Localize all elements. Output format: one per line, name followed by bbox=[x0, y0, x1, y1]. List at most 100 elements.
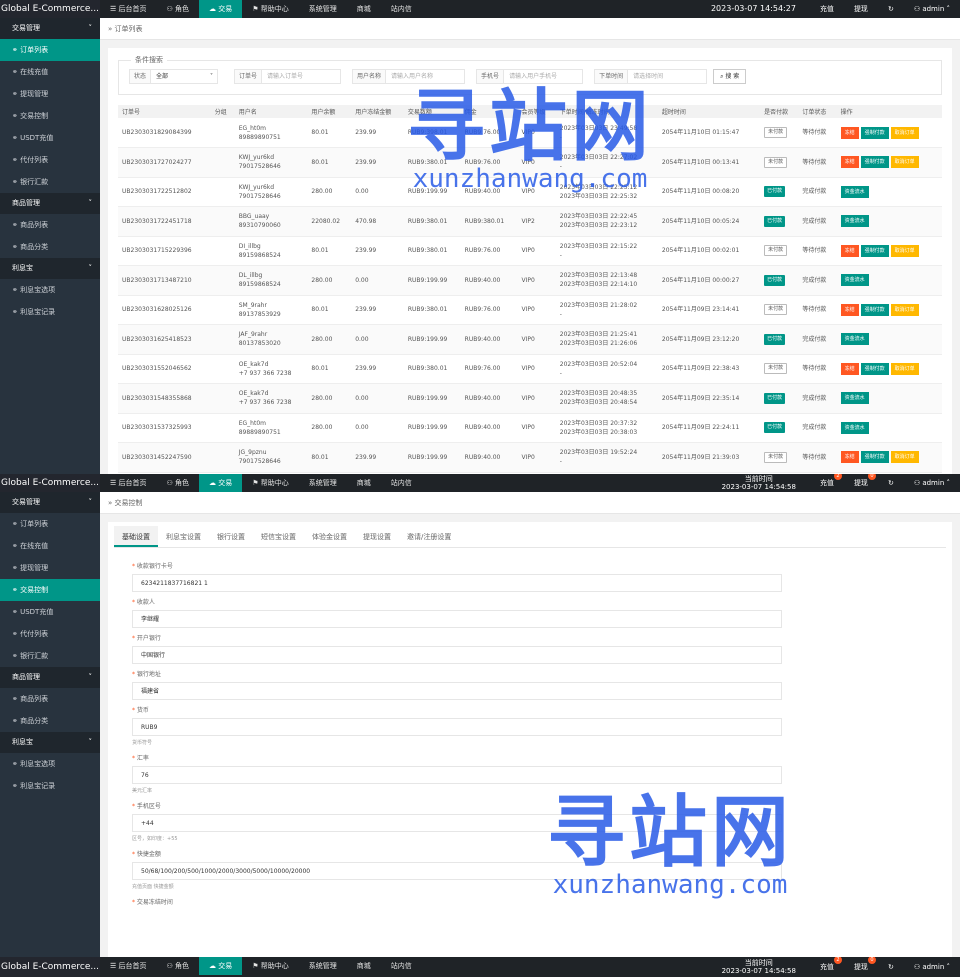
withdraw-link[interactable]: 提现 0 bbox=[854, 474, 876, 488]
action-button[interactable]: 资金流水 bbox=[840, 392, 869, 405]
action-button[interactable]: 冻结 bbox=[840, 303, 859, 316]
nav-item-0[interactable]: ☰ 后台首页 bbox=[100, 0, 157, 18]
username-input[interactable]: 请输入用户名称 bbox=[385, 69, 466, 84]
sidebar-item[interactable]: ⚭ 代付列表 bbox=[0, 623, 100, 645]
sidebar-item[interactable]: ⚭ 订单列表 bbox=[0, 513, 100, 535]
action-button[interactable]: 强制付款 bbox=[860, 362, 889, 375]
nav-item-4[interactable]: 系统管理 bbox=[299, 957, 347, 975]
sidebar-item[interactable]: ⚭ 在线充值 bbox=[0, 535, 100, 557]
action-button[interactable]: 资金流水 bbox=[840, 333, 869, 346]
settings-tab[interactable]: 银行设置 bbox=[209, 526, 253, 547]
action-button[interactable]: 强制付款 bbox=[860, 303, 889, 316]
user-menu[interactable]: ⚇ admin ˄ bbox=[914, 5, 950, 13]
nav-item-4[interactable]: 系统管理 bbox=[299, 474, 347, 492]
action-button[interactable]: 资金流水 bbox=[840, 274, 869, 287]
sidebar-item[interactable]: ⚭ 提现管理 bbox=[0, 557, 100, 579]
time-input[interactable]: 请选择时间 bbox=[627, 69, 708, 84]
withdraw-link[interactable]: 提现 0 bbox=[854, 957, 876, 972]
sidebar-group[interactable]: 商品管理 ˅ bbox=[0, 667, 100, 688]
field-input[interactable]: 6234211837716821 1 bbox=[132, 574, 782, 592]
nav-item-1[interactable]: ⚇ 角色 bbox=[157, 474, 200, 492]
sidebar-item[interactable]: ⚭ 利息宝记录 bbox=[0, 301, 100, 323]
status-select[interactable]: 全部 ˅ bbox=[150, 69, 219, 84]
action-button[interactable]: 冻结 bbox=[840, 126, 859, 139]
settings-tab[interactable]: 体验金设置 bbox=[304, 526, 355, 547]
nav-item-6[interactable]: 站内信 bbox=[381, 0, 422, 18]
nav-item-1[interactable]: ⚇ 角色 bbox=[157, 0, 200, 18]
nav-item-6[interactable]: 站内信 bbox=[381, 474, 422, 492]
sidebar-item[interactable]: ⚭ 利息宝记录 bbox=[0, 775, 100, 797]
settings-tab[interactable]: 短信宝设置 bbox=[253, 526, 304, 547]
sidebar-item[interactable]: ⚭ 交易控制 bbox=[0, 105, 100, 127]
nav-item-3[interactable]: ⚑ 帮助中心 bbox=[242, 957, 299, 975]
action-button[interactable]: 强制付款 bbox=[860, 126, 889, 139]
nav-item-5[interactable]: 商城 bbox=[347, 957, 381, 975]
field-input[interactable]: 50/68/100/200/500/1000/2000/3000/5000/10… bbox=[132, 862, 782, 880]
sidebar-group[interactable]: 交易管理 ˅ bbox=[0, 492, 100, 513]
nav-item-0[interactable]: ☰ 后台首页 bbox=[100, 957, 157, 975]
refresh-icon[interactable]: ↻ bbox=[888, 479, 894, 487]
sidebar-item[interactable]: ⚭ 商品列表 bbox=[0, 688, 100, 710]
sidebar-item[interactable]: ⚭ 银行汇款 bbox=[0, 171, 100, 193]
action-button[interactable]: 取消订单 bbox=[890, 451, 919, 464]
search-button[interactable]: ⌕ 搜 索 bbox=[713, 69, 747, 84]
settings-tab[interactable]: 邀请/注册设置 bbox=[399, 526, 459, 547]
sidebar-group[interactable]: 交易管理 ˅ bbox=[0, 18, 100, 39]
sidebar-item[interactable]: ⚭ 交易控制 bbox=[0, 579, 100, 601]
sidebar-item[interactable]: ⚭ 利息宝选项 bbox=[0, 279, 100, 301]
nav-item-2[interactable]: ☁ 交易 bbox=[199, 0, 243, 18]
sidebar-group[interactable]: 利息宝 ˅ bbox=[0, 258, 100, 279]
sidebar-group[interactable]: 利息宝 ˅ bbox=[0, 732, 100, 753]
field-input[interactable]: RUB9 bbox=[132, 718, 782, 736]
nav-item-4[interactable]: 系统管理 bbox=[299, 0, 347, 18]
action-button[interactable]: 资金流水 bbox=[840, 185, 869, 198]
field-input[interactable]: 福建省 bbox=[132, 682, 782, 700]
settings-tab[interactable]: 基础设置 bbox=[114, 526, 158, 547]
action-button[interactable]: 资金流水 bbox=[840, 421, 869, 434]
field-input[interactable]: 中国银行 bbox=[132, 646, 782, 664]
sidebar-item[interactable]: ⚭ 代付列表 bbox=[0, 149, 100, 171]
nav-item-1[interactable]: ⚇ 角色 bbox=[157, 957, 200, 975]
field-input[interactable]: +44 bbox=[132, 814, 782, 832]
field-input[interactable]: 李继耀 bbox=[132, 610, 782, 628]
action-button[interactable]: 强制付款 bbox=[860, 156, 889, 169]
nav-item-5[interactable]: 商城 bbox=[347, 0, 381, 18]
action-button[interactable]: 取消订单 bbox=[890, 244, 919, 257]
field-input[interactable]: 76 bbox=[132, 766, 782, 784]
sidebar-item[interactable]: ⚭ 商品分类 bbox=[0, 236, 100, 258]
action-button[interactable]: 冻结 bbox=[840, 362, 859, 375]
phone-input[interactable]: 请输入用户手机号 bbox=[503, 69, 584, 84]
user-menu[interactable]: ⚇ admin ˄ bbox=[914, 963, 950, 971]
nav-item-3[interactable]: ⚑ 帮助中心 bbox=[242, 0, 299, 18]
nav-item-5[interactable]: 商城 bbox=[347, 474, 381, 492]
sidebar-group[interactable]: 商品管理 ˅ bbox=[0, 193, 100, 214]
refresh-icon[interactable]: ↻ bbox=[888, 5, 894, 13]
nav-item-0[interactable]: ☰ 后台首页 bbox=[100, 474, 157, 492]
action-button[interactable]: 冻结 bbox=[840, 244, 859, 257]
action-button[interactable]: 取消订单 bbox=[890, 362, 919, 375]
sidebar-item[interactable]: ⚭ 订单列表 bbox=[0, 39, 100, 61]
action-button[interactable]: 资金流水 bbox=[840, 215, 869, 228]
recharge-link[interactable]: 充值 2 bbox=[820, 474, 842, 488]
action-button[interactable]: 冻结 bbox=[840, 451, 859, 464]
nav-item-6[interactable]: 站内信 bbox=[381, 957, 422, 975]
action-button[interactable]: 冻结 bbox=[840, 156, 859, 169]
order-input[interactable]: 请输入订单号 bbox=[261, 69, 342, 84]
sidebar-item[interactable]: ⚭ 商品列表 bbox=[0, 214, 100, 236]
sidebar-item[interactable]: ⚭ 在线充值 bbox=[0, 61, 100, 83]
nav-item-3[interactable]: ⚑ 帮助中心 bbox=[242, 474, 299, 492]
sidebar-item[interactable]: ⚭ 提现管理 bbox=[0, 83, 100, 105]
action-button[interactable]: 取消订单 bbox=[890, 126, 919, 139]
action-button[interactable]: 强制付款 bbox=[860, 244, 889, 257]
action-button[interactable]: 强制付款 bbox=[860, 451, 889, 464]
sidebar-item[interactable]: ⚭ 银行汇款 bbox=[0, 645, 100, 667]
nav-item-2[interactable]: ☁ 交易 bbox=[199, 957, 243, 975]
refresh-icon[interactable]: ↻ bbox=[888, 963, 894, 971]
user-menu[interactable]: ⚇ admin ˄ bbox=[914, 479, 950, 487]
sidebar-item[interactable]: ⚭ USDT充值 bbox=[0, 601, 100, 623]
nav-item-2[interactable]: ☁ 交易 bbox=[199, 474, 243, 492]
withdraw-link[interactable]: 提现 bbox=[854, 4, 868, 14]
sidebar-item[interactable]: ⚭ 商品分类 bbox=[0, 710, 100, 732]
action-button[interactable]: 取消订单 bbox=[890, 303, 919, 316]
settings-tab[interactable]: 提现设置 bbox=[355, 526, 399, 547]
